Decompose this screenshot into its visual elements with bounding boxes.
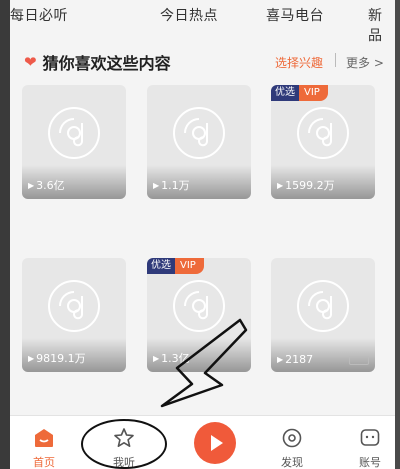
section-header: ❤ 猜你喜欢这些内容 bbox=[24, 50, 171, 74]
content-card-5[interactable]: 优选 VIP ▶ 1.3亿 bbox=[147, 258, 251, 372]
select-interest-link[interactable]: 选择兴趣 bbox=[275, 54, 323, 71]
play-count: ▶ 9819.1万 bbox=[28, 350, 86, 366]
play-count: ▶ 2187 bbox=[277, 353, 313, 366]
play-triangle-icon: ▶ bbox=[277, 180, 284, 190]
play-triangle-icon: ▶ bbox=[153, 353, 160, 363]
content-card-6[interactable]: ▶ 2187 bbox=[271, 258, 375, 372]
play-icon bbox=[211, 435, 223, 451]
vip-badge: 优选 VIP bbox=[271, 85, 328, 101]
badge-premium-label: 优选 bbox=[147, 258, 175, 274]
disc-placeholder-icon bbox=[297, 279, 349, 332]
nav-item-radio[interactable]: 喜马电台 bbox=[266, 5, 324, 25]
tab-home-label: 首页 bbox=[33, 456, 55, 469]
disc-placeholder-icon bbox=[48, 106, 100, 159]
section-title: 猜你喜欢这些内容 bbox=[42, 54, 171, 73]
play-count: ▶ 1.3亿 bbox=[153, 350, 190, 366]
disc-placeholder-icon bbox=[48, 279, 100, 332]
nav-item-daily[interactable]: 每日必听 bbox=[10, 5, 68, 25]
content-card-4[interactable]: ▶ 9819.1万 bbox=[22, 258, 126, 372]
vip-badge: 优选 VIP bbox=[147, 258, 204, 274]
tab-account-label: 账号 bbox=[359, 456, 381, 469]
tab-discover[interactable]: 发现 bbox=[262, 416, 322, 469]
home-icon bbox=[35, 429, 53, 447]
play-count-value: 1.1万 bbox=[161, 179, 190, 192]
play-triangle-icon: ▶ bbox=[277, 355, 284, 364]
content-card-1[interactable]: ▶ 3.6亿 bbox=[22, 85, 126, 199]
play-button[interactable] bbox=[194, 422, 236, 464]
app-screen: 每日必听 今日热点 喜马电台 新品 ❤ 猜你喜欢这些内容 选择兴趣 更多 > ▶… bbox=[10, 0, 395, 469]
tab-listen-label: 我听 bbox=[113, 456, 135, 469]
star-icon bbox=[114, 428, 134, 447]
play-count-value: 2187 bbox=[285, 353, 314, 366]
play-triangle-icon: ▶ bbox=[28, 180, 35, 190]
play-count-value: 9819.1万 bbox=[36, 352, 86, 365]
content-card-3[interactable]: 优选 VIP ▶ 1599.2万 bbox=[271, 85, 375, 199]
top-category-nav: 每日必听 今日热点 喜马电台 新品 bbox=[10, 0, 395, 44]
account-icon bbox=[360, 429, 380, 446]
play-triangle-icon: ▶ bbox=[153, 180, 160, 190]
tab-listen[interactable]: 我听 bbox=[94, 416, 154, 469]
corner-tag bbox=[349, 356, 369, 365]
play-triangle-icon: ▶ bbox=[28, 353, 35, 363]
nav-item-new[interactable]: 新品 bbox=[368, 5, 395, 45]
play-count: ▶ 1599.2万 bbox=[277, 177, 335, 193]
discover-icon bbox=[282, 428, 302, 448]
disc-placeholder-icon bbox=[173, 279, 225, 332]
tab-discover-label: 发现 bbox=[281, 456, 303, 469]
play-count: ▶ 1.1万 bbox=[153, 177, 190, 193]
play-count-value: 3.6亿 bbox=[36, 179, 65, 192]
badge-vip-label: VIP bbox=[175, 258, 204, 274]
play-count-value: 1599.2万 bbox=[285, 179, 335, 192]
badge-premium-label: 优选 bbox=[271, 85, 299, 101]
tab-home[interactable]: 首页 bbox=[14, 416, 74, 469]
disc-placeholder-icon bbox=[173, 106, 225, 159]
play-count-value: 1.3亿 bbox=[161, 352, 190, 365]
disc-placeholder-icon bbox=[297, 106, 349, 159]
screen-edge bbox=[395, 0, 400, 469]
heart-icon: ❤ bbox=[24, 53, 37, 71]
play-count: ▶ 3.6亿 bbox=[28, 177, 65, 193]
tab-account[interactable]: 账号 bbox=[340, 416, 395, 469]
divider bbox=[335, 53, 336, 67]
content-card-2[interactable]: ▶ 1.1万 bbox=[147, 85, 251, 199]
more-link[interactable]: 更多 > bbox=[346, 54, 384, 71]
badge-vip-label: VIP bbox=[299, 85, 328, 101]
nav-item-hot[interactable]: 今日热点 bbox=[160, 5, 218, 25]
